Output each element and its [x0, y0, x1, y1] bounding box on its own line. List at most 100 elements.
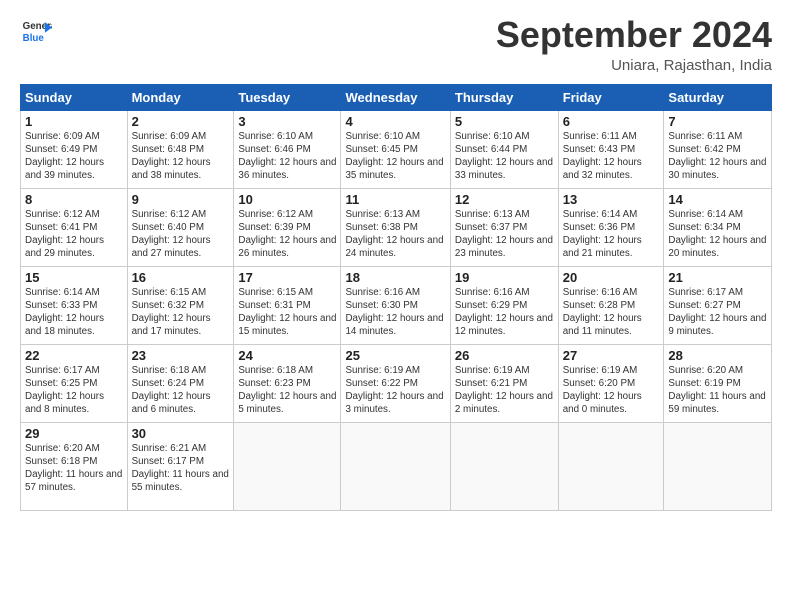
col-header-saturday: Saturday — [664, 84, 772, 110]
calendar-cell: 21 Sunrise: 6:17 AM Sunset: 6:27 PM Dayl… — [664, 266, 772, 344]
col-header-friday: Friday — [558, 84, 664, 110]
day-number: 20 — [563, 270, 660, 285]
col-header-wednesday: Wednesday — [341, 84, 450, 110]
day-number: 4 — [345, 114, 445, 129]
day-number: 23 — [132, 348, 230, 363]
calendar-cell: 8 Sunrise: 6:12 AM Sunset: 6:41 PM Dayli… — [21, 188, 128, 266]
calendar-cell: 11 Sunrise: 6:13 AM Sunset: 6:38 PM Dayl… — [341, 188, 450, 266]
day-info: Sunrise: 6:14 AM Sunset: 6:33 PM Dayligh… — [25, 286, 123, 339]
day-info: Sunrise: 6:11 AM Sunset: 6:43 PM Dayligh… — [563, 130, 660, 183]
day-info: Sunrise: 6:17 AM Sunset: 6:27 PM Dayligh… — [668, 286, 767, 339]
day-number: 28 — [668, 348, 767, 363]
day-info: Sunrise: 6:16 AM Sunset: 6:29 PM Dayligh… — [455, 286, 554, 339]
calendar-cell: 4 Sunrise: 6:10 AM Sunset: 6:45 PM Dayli… — [341, 110, 450, 188]
day-info: Sunrise: 6:10 AM Sunset: 6:44 PM Dayligh… — [455, 130, 554, 183]
day-number: 26 — [455, 348, 554, 363]
location-subtitle: Uniara, Rajasthan, India — [496, 57, 772, 74]
day-number: 3 — [238, 114, 336, 129]
calendar-cell: 13 Sunrise: 6:14 AM Sunset: 6:36 PM Dayl… — [558, 188, 664, 266]
calendar-cell: 3 Sunrise: 6:10 AM Sunset: 6:46 PM Dayli… — [234, 110, 341, 188]
day-number: 2 — [132, 114, 230, 129]
calendar-cell: 17 Sunrise: 6:15 AM Sunset: 6:31 PM Dayl… — [234, 266, 341, 344]
day-number: 27 — [563, 348, 660, 363]
day-info: Sunrise: 6:12 AM Sunset: 6:41 PM Dayligh… — [25, 208, 123, 261]
calendar-cell: 7 Sunrise: 6:11 AM Sunset: 6:42 PM Dayli… — [664, 110, 772, 188]
calendar-cell: 20 Sunrise: 6:16 AM Sunset: 6:28 PM Dayl… — [558, 266, 664, 344]
calendar-cell: 29 Sunrise: 6:20 AM Sunset: 6:18 PM Dayl… — [21, 422, 128, 510]
calendar-cell — [558, 422, 664, 510]
day-info: Sunrise: 6:20 AM Sunset: 6:18 PM Dayligh… — [25, 442, 123, 495]
logo-icon: General Blue — [20, 15, 52, 47]
day-number: 22 — [25, 348, 123, 363]
calendar-cell: 26 Sunrise: 6:19 AM Sunset: 6:21 PM Dayl… — [450, 344, 558, 422]
day-number: 18 — [345, 270, 445, 285]
calendar-cell: 22 Sunrise: 6:17 AM Sunset: 6:25 PM Dayl… — [21, 344, 128, 422]
day-info: Sunrise: 6:14 AM Sunset: 6:36 PM Dayligh… — [563, 208, 660, 261]
day-info: Sunrise: 6:12 AM Sunset: 6:40 PM Dayligh… — [132, 208, 230, 261]
calendar-cell: 1 Sunrise: 6:09 AM Sunset: 6:49 PM Dayli… — [21, 110, 128, 188]
day-number: 12 — [455, 192, 554, 207]
day-number: 8 — [25, 192, 123, 207]
day-number: 21 — [668, 270, 767, 285]
day-info: Sunrise: 6:14 AM Sunset: 6:34 PM Dayligh… — [668, 208, 767, 261]
calendar-cell: 30 Sunrise: 6:21 AM Sunset: 6:17 PM Dayl… — [127, 422, 234, 510]
day-info: Sunrise: 6:16 AM Sunset: 6:28 PM Dayligh… — [563, 286, 660, 339]
calendar-cell: 25 Sunrise: 6:19 AM Sunset: 6:22 PM Dayl… — [341, 344, 450, 422]
day-number: 15 — [25, 270, 123, 285]
col-header-sunday: Sunday — [21, 84, 128, 110]
title-block: September 2024 Uniara, Rajasthan, India — [496, 15, 772, 74]
day-number: 1 — [25, 114, 123, 129]
day-number: 16 — [132, 270, 230, 285]
day-info: Sunrise: 6:20 AM Sunset: 6:19 PM Dayligh… — [668, 364, 767, 417]
calendar-cell: 6 Sunrise: 6:11 AM Sunset: 6:43 PM Dayli… — [558, 110, 664, 188]
col-header-thursday: Thursday — [450, 84, 558, 110]
day-number: 13 — [563, 192, 660, 207]
day-info: Sunrise: 6:13 AM Sunset: 6:37 PM Dayligh… — [455, 208, 554, 261]
calendar-cell — [664, 422, 772, 510]
day-number: 10 — [238, 192, 336, 207]
calendar-table: SundayMondayTuesdayWednesdayThursdayFrid… — [20, 84, 772, 511]
day-info: Sunrise: 6:12 AM Sunset: 6:39 PM Dayligh… — [238, 208, 336, 261]
day-number: 9 — [132, 192, 230, 207]
calendar-cell: 9 Sunrise: 6:12 AM Sunset: 6:40 PM Dayli… — [127, 188, 234, 266]
calendar-cell: 19 Sunrise: 6:16 AM Sunset: 6:29 PM Dayl… — [450, 266, 558, 344]
day-number: 19 — [455, 270, 554, 285]
day-number: 7 — [668, 114, 767, 129]
day-number: 24 — [238, 348, 336, 363]
svg-text:Blue: Blue — [23, 33, 45, 44]
day-number: 30 — [132, 426, 230, 441]
day-info: Sunrise: 6:13 AM Sunset: 6:38 PM Dayligh… — [345, 208, 445, 261]
page-container: General Blue September 2024 Uniara, Raja… — [0, 0, 792, 521]
calendar-cell — [450, 422, 558, 510]
day-info: Sunrise: 6:09 AM Sunset: 6:49 PM Dayligh… — [25, 130, 123, 183]
col-header-monday: Monday — [127, 84, 234, 110]
day-number: 5 — [455, 114, 554, 129]
calendar-cell: 10 Sunrise: 6:12 AM Sunset: 6:39 PM Dayl… — [234, 188, 341, 266]
day-info: Sunrise: 6:17 AM Sunset: 6:25 PM Dayligh… — [25, 364, 123, 417]
day-info: Sunrise: 6:09 AM Sunset: 6:48 PM Dayligh… — [132, 130, 230, 183]
calendar-cell: 16 Sunrise: 6:15 AM Sunset: 6:32 PM Dayl… — [127, 266, 234, 344]
calendar-cell — [341, 422, 450, 510]
calendar-cell: 24 Sunrise: 6:18 AM Sunset: 6:23 PM Dayl… — [234, 344, 341, 422]
day-info: Sunrise: 6:10 AM Sunset: 6:45 PM Dayligh… — [345, 130, 445, 183]
day-info: Sunrise: 6:21 AM Sunset: 6:17 PM Dayligh… — [132, 442, 230, 495]
day-info: Sunrise: 6:11 AM Sunset: 6:42 PM Dayligh… — [668, 130, 767, 183]
day-number: 29 — [25, 426, 123, 441]
day-info: Sunrise: 6:15 AM Sunset: 6:32 PM Dayligh… — [132, 286, 230, 339]
col-header-tuesday: Tuesday — [234, 84, 341, 110]
day-info: Sunrise: 6:19 AM Sunset: 6:21 PM Dayligh… — [455, 364, 554, 417]
day-number: 17 — [238, 270, 336, 285]
calendar-cell: 14 Sunrise: 6:14 AM Sunset: 6:34 PM Dayl… — [664, 188, 772, 266]
day-info: Sunrise: 6:10 AM Sunset: 6:46 PM Dayligh… — [238, 130, 336, 183]
calendar-cell: 18 Sunrise: 6:16 AM Sunset: 6:30 PM Dayl… — [341, 266, 450, 344]
day-info: Sunrise: 6:18 AM Sunset: 6:24 PM Dayligh… — [132, 364, 230, 417]
calendar-cell: 27 Sunrise: 6:19 AM Sunset: 6:20 PM Dayl… — [558, 344, 664, 422]
day-number: 14 — [668, 192, 767, 207]
calendar-cell: 23 Sunrise: 6:18 AM Sunset: 6:24 PM Dayl… — [127, 344, 234, 422]
logo: General Blue — [20, 15, 52, 47]
day-number: 6 — [563, 114, 660, 129]
calendar-cell: 15 Sunrise: 6:14 AM Sunset: 6:33 PM Dayl… — [21, 266, 128, 344]
calendar-cell: 2 Sunrise: 6:09 AM Sunset: 6:48 PM Dayli… — [127, 110, 234, 188]
day-number: 11 — [345, 192, 445, 207]
header: General Blue September 2024 Uniara, Raja… — [20, 15, 772, 74]
